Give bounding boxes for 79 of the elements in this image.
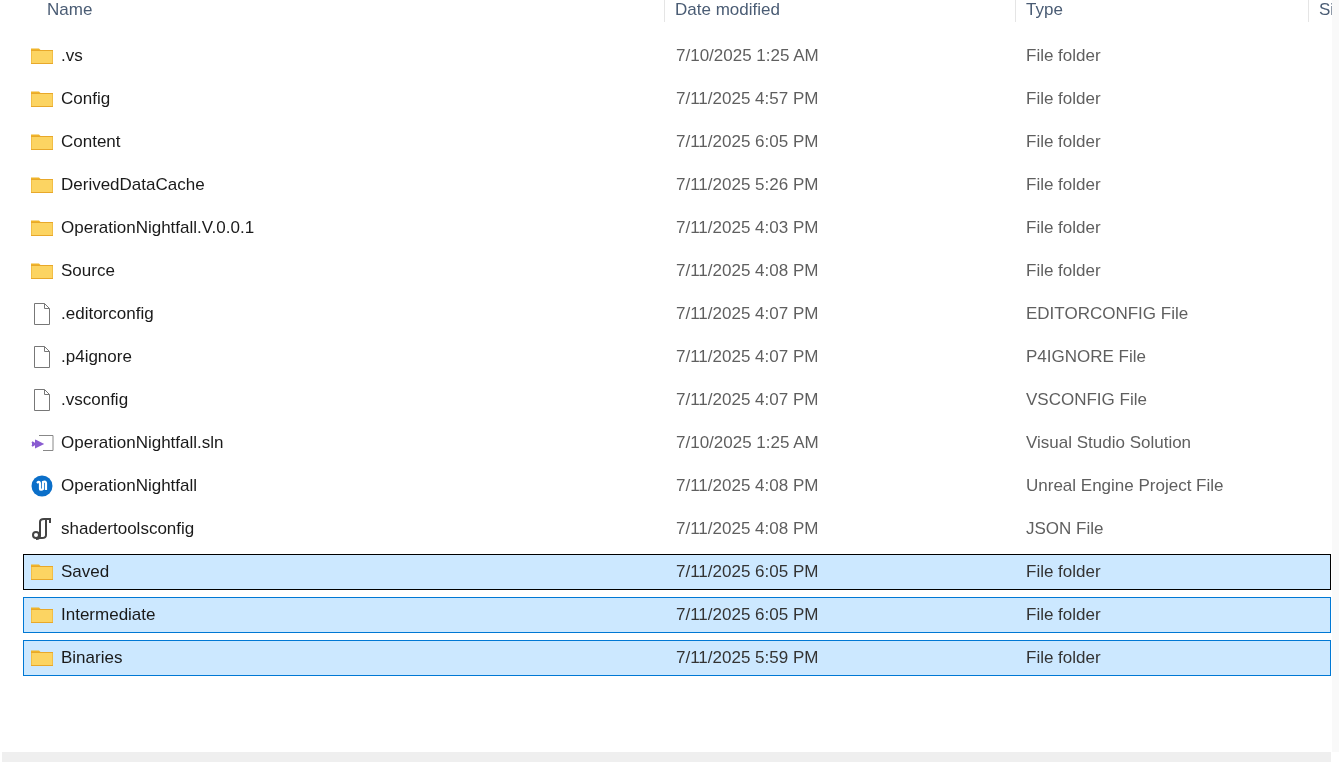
file-name: OperationNightfall.sln <box>61 433 224 453</box>
date-modified: 7/11/2025 4:07 PM <box>676 390 820 410</box>
date-modified: 7/11/2025 4:08 PM <box>676 519 820 539</box>
file-name: Config <box>61 89 111 109</box>
folder-icon <box>31 563 53 581</box>
date-modified: 7/11/2025 4:07 PM <box>676 304 820 324</box>
project-file-icon <box>31 475 53 497</box>
date-modified: 7/11/2025 4:03 PM <box>676 218 820 238</box>
file-row[interactable]: OperationNightfall.sln 7/10/2025 1:25 AM Visual Studio Solution <box>23 425 1331 461</box>
file-row[interactable]: Config 7/11/2025 4:57 PM File folder <box>23 81 1331 117</box>
file-row[interactable]: .vs 7/10/2025 1:25 AM File folder <box>23 38 1331 74</box>
folder-icon <box>31 47 53 65</box>
file-name: OperationNightfall.V.0.0.1 <box>61 218 255 238</box>
file-name: Source <box>61 261 115 281</box>
column-header[interactable]: Date modified <box>675 0 780 20</box>
file-type: File folder <box>1026 218 1102 238</box>
file-row[interactable]: .editorconfig 7/11/2025 4:07 PM EDITORCONFIG File <box>23 296 1331 332</box>
file-row[interactable]: Source 7/11/2025 4:08 PM File folder <box>23 253 1331 289</box>
file-type: P4IGNORE File <box>1026 347 1147 367</box>
folder-icon <box>31 133 53 151</box>
column-header[interactable]: Type <box>1026 0 1063 20</box>
file-name: .editorconfig <box>61 304 154 324</box>
file-type: File folder <box>1026 648 1102 668</box>
date-modified: 7/11/2025 4:57 PM <box>676 89 820 109</box>
file-name: Intermediate <box>61 605 156 625</box>
file-name: shadertoolsconfig <box>61 519 195 539</box>
file-name: Binaries <box>61 648 123 668</box>
file-row[interactable]: shadertoolsconfig 7/11/2025 4:08 PM JSON File <box>23 511 1331 547</box>
date-modified: 7/11/2025 5:59 PM <box>676 648 820 668</box>
file-row[interactable]: Content 7/11/2025 6:05 PM File folder <box>23 124 1331 160</box>
folder-icon <box>31 219 53 237</box>
file-name: Saved <box>61 562 110 582</box>
file-type: File folder <box>1026 89 1102 109</box>
file-row[interactable]: Binaries 7/11/2025 5:59 PM File folder <box>23 640 1331 676</box>
file-name: Content <box>61 132 121 152</box>
file-type: File folder <box>1026 605 1102 625</box>
date-modified: 7/11/2025 6:05 PM <box>676 132 820 152</box>
folder-icon <box>31 176 53 194</box>
file-type: File folder <box>1026 261 1102 281</box>
file-type: JSON File <box>1026 519 1105 539</box>
file-type: File folder <box>1026 562 1102 582</box>
file-row[interactable]: DerivedDataCache 7/11/2025 5:26 PM File folder <box>23 167 1331 203</box>
file-row[interactable]: Intermediate 7/11/2025 6:05 PM File folder <box>23 597 1331 633</box>
file-type: File folder <box>1026 46 1102 66</box>
folder-icon <box>31 606 53 624</box>
file-name: .vsconfig <box>61 390 129 410</box>
file-type: EDITORCONFIG File <box>1026 304 1190 324</box>
file-type: Visual Studio Solution <box>1026 433 1193 453</box>
folder-icon <box>31 90 53 108</box>
date-modified: 7/11/2025 4:08 PM <box>676 261 820 281</box>
file-icon <box>33 346 51 368</box>
folder-icon <box>31 262 53 280</box>
date-modified: 7/11/2025 4:08 PM <box>676 476 820 496</box>
file-type: File folder <box>1026 132 1102 152</box>
file-name: .p4ignore <box>61 347 132 367</box>
file-name: OperationNightfall <box>61 476 198 496</box>
date-modified: 7/11/2025 5:26 PM <box>676 175 820 195</box>
vertical-scrollbar[interactable] <box>1332 0 1339 752</box>
column-header[interactable]: Name <box>47 0 664 20</box>
file-row[interactable]: OperationNightfall.V.0.0.1 7/11/2025 4:03 PM File folder <box>23 210 1331 246</box>
file-row[interactable]: OperationNightfall 7/11/2025 4:08 PM Unreal Engine Project File <box>23 468 1331 504</box>
file-type: Unreal Engine Project File <box>1026 476 1225 496</box>
date-modified: 7/11/2025 4:07 PM <box>676 347 820 367</box>
file-row[interactable]: .vsconfig 7/11/2025 4:07 PM VSCONFIG File <box>23 382 1331 418</box>
file-type: File folder <box>1026 175 1102 195</box>
date-modified: 7/10/2025 1:25 AM <box>676 46 820 66</box>
date-modified: 7/11/2025 6:05 PM <box>676 605 820 625</box>
date-modified: 7/10/2025 1:25 AM <box>676 433 820 453</box>
file-name: DerivedDataCache <box>61 175 205 195</box>
folder-icon <box>31 649 53 667</box>
script-file-icon <box>31 518 53 540</box>
file-icon <box>33 389 51 411</box>
solution-file-icon <box>30 433 54 453</box>
file-type: VSCONFIG File <box>1026 390 1148 410</box>
date-modified: 7/11/2025 6:05 PM <box>676 562 820 582</box>
file-row[interactable]: .p4ignore 7/11/2025 4:07 PM P4IGNORE File <box>23 339 1331 375</box>
file-icon <box>33 303 51 325</box>
file-row[interactable]: Saved 7/11/2025 6:05 PM File folder <box>23 554 1331 590</box>
file-name: .vs <box>61 46 83 66</box>
